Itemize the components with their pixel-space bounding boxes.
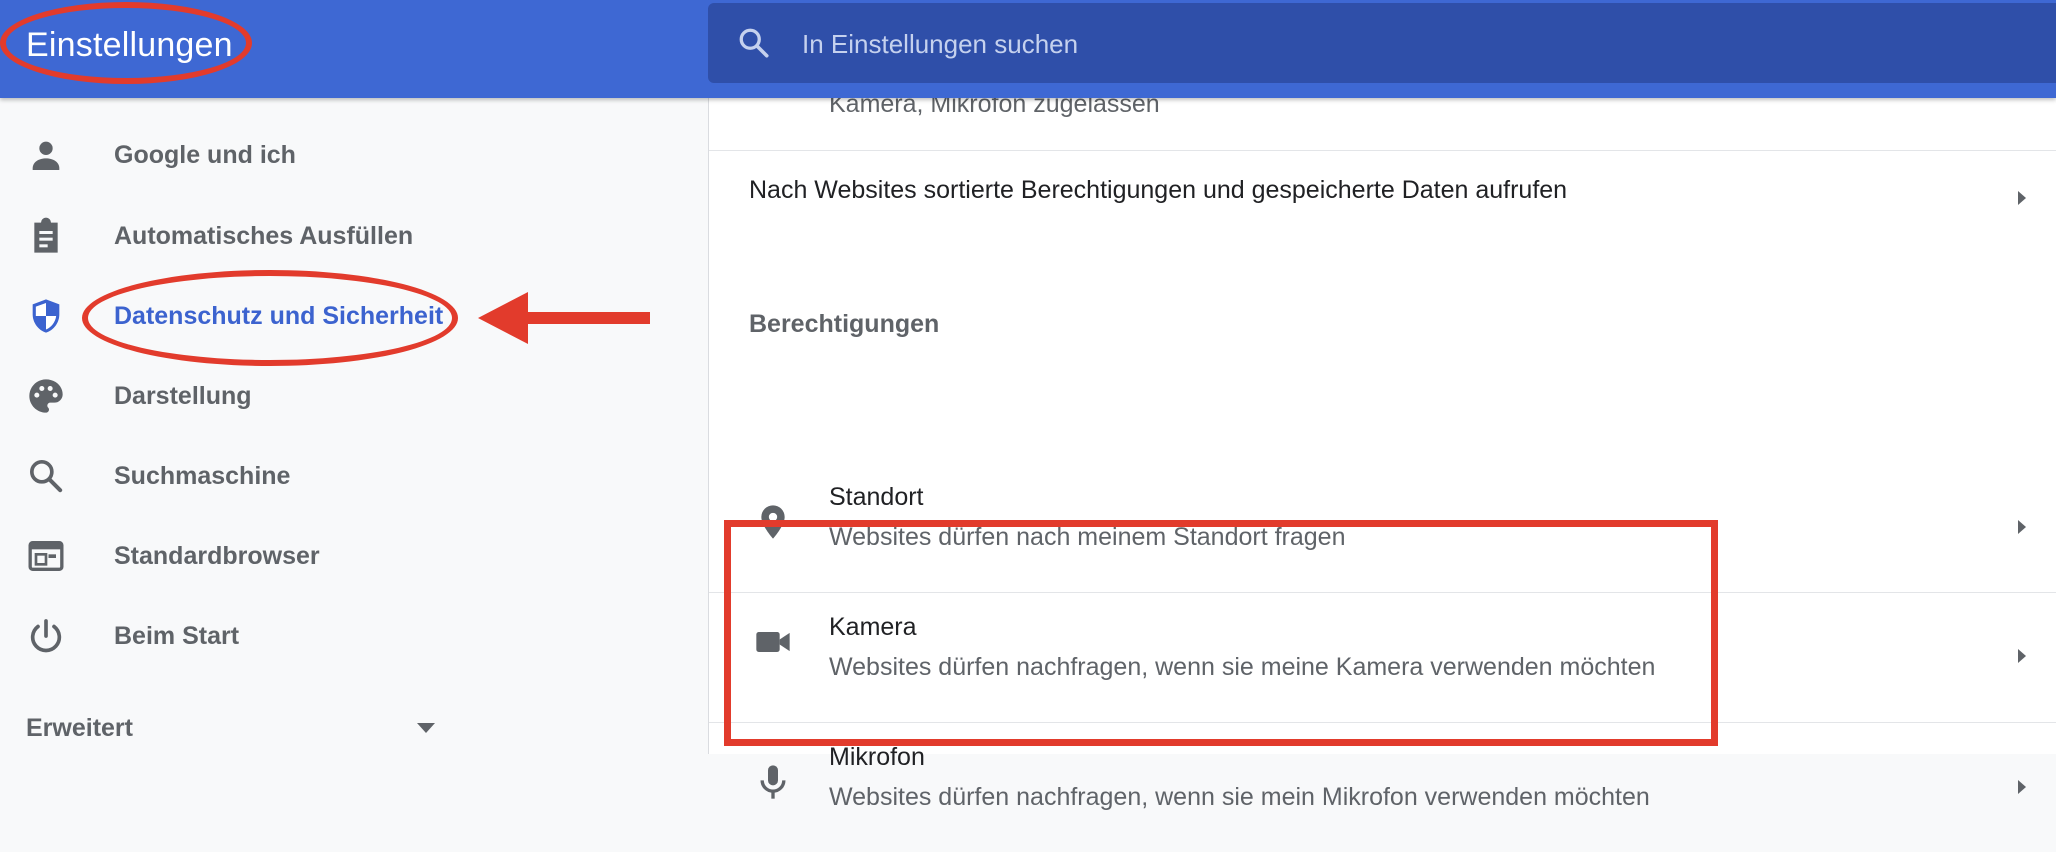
- annotation-highlight-box: [724, 520, 1718, 746]
- advanced-label: Erweitert: [26, 714, 133, 742]
- sidebar-item-suchmaschine[interactable]: Suchmaschine: [0, 436, 700, 516]
- site-data-link-row[interactable]: Nach Websites sortierte Berechtigungen u…: [709, 150, 2056, 248]
- sidebar-item-darstellung[interactable]: Darstellung: [0, 356, 700, 436]
- search-input[interactable]: [800, 23, 1804, 65]
- clipboard-icon: [34, 217, 58, 253]
- sidebar-item-automatisches-ausfuellen[interactable]: Automatisches Ausfüllen: [0, 196, 700, 276]
- chevron-down-icon: [417, 723, 435, 733]
- sidebar-item-label: Google und ich: [114, 141, 296, 169]
- annotation-ellipse-nav: [82, 270, 458, 366]
- sidebar-item-label: Darstellung: [114, 382, 252, 410]
- chevron-right-icon: [2018, 649, 2026, 663]
- chevron-right-icon: [2018, 520, 2026, 534]
- permission-description: Websites dürfen nachfragen, wenn sie mei…: [829, 783, 1650, 811]
- browser-window-icon: [28, 541, 64, 571]
- sidebar: Google und ich Automatisches Ausfüllen D…: [0, 98, 708, 754]
- power-icon: [30, 619, 62, 653]
- sidebar-item-beim-start[interactable]: Beim Start: [0, 596, 700, 676]
- sidebar-item-standardbrowser[interactable]: Standardbrowser: [0, 516, 700, 596]
- sidebar-item-label: Beim Start: [114, 622, 240, 650]
- annotation-arrow-icon: [478, 292, 650, 344]
- permission-title: Standort: [829, 483, 924, 511]
- palette-icon: [29, 379, 63, 413]
- sidebar-item-google-und-ich[interactable]: Google und ich: [0, 115, 700, 195]
- shield-icon: [32, 299, 60, 333]
- search-icon: [739, 28, 769, 58]
- chevron-right-icon: [2018, 780, 2026, 794]
- sidebar-item-label: Standardbrowser: [114, 542, 320, 570]
- sidebar-item-label: Suchmaschine: [114, 462, 291, 490]
- partial-settings-row[interactable]: Kamera, Mikrofon zugelassen: [709, 84, 2056, 151]
- microphone-icon: [760, 765, 786, 799]
- site-data-link-label: Nach Websites sortierte Berechtigungen u…: [749, 176, 1568, 204]
- advanced-section-toggle[interactable]: Erweitert: [0, 698, 700, 758]
- permissions-heading: Berechtigungen: [749, 310, 940, 338]
- search-icon: [30, 460, 63, 493]
- app-header: Einstellungen: [0, 0, 2056, 98]
- chevron-right-icon: [2018, 191, 2026, 205]
- sidebar-item-label: Automatisches Ausfüllen: [114, 222, 414, 250]
- person-icon: [32, 141, 60, 170]
- annotation-ellipse-title: [0, 2, 252, 84]
- search-bar[interactable]: [708, 3, 2056, 83]
